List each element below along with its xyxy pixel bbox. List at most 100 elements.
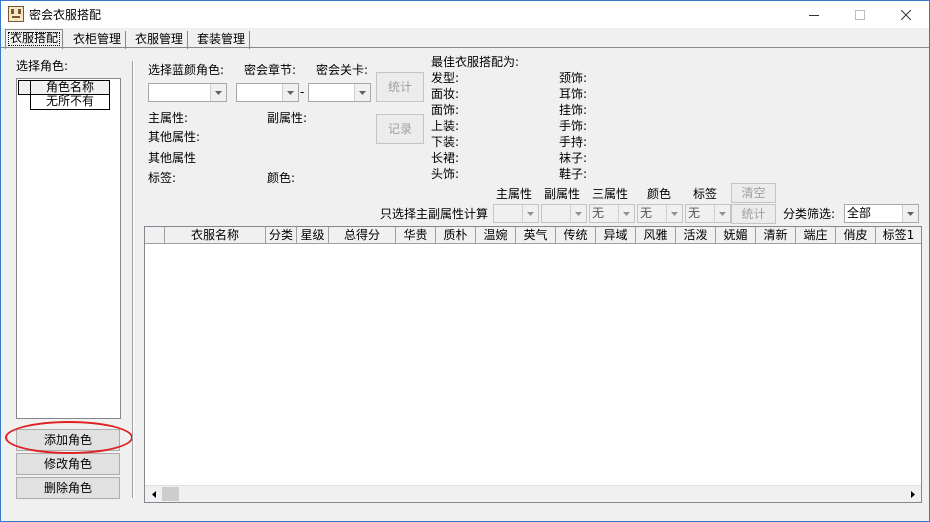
app-window: 密会衣服搭配 衣服搭配 衣柜管理 衣服管理 套装管理 选择角色: 角色名称 无所… xyxy=(0,0,930,522)
chevron-down-icon xyxy=(215,90,222,95)
col-heroic[interactable]: 英气 xyxy=(516,227,556,244)
col-marker[interactable] xyxy=(145,227,165,244)
dash-separator: - xyxy=(300,85,305,99)
col-stars[interactable]: 星级 xyxy=(297,227,329,244)
stats-button[interactable]: 统计 xyxy=(376,72,424,102)
best-bracelet-label: 手饰: xyxy=(559,119,588,133)
color-label: 颜色: xyxy=(267,171,296,185)
category-filter-value: 全部 xyxy=(847,206,872,220)
third-attribute-value: 无 xyxy=(592,206,605,220)
select-role-label: 选择角色: xyxy=(16,59,69,73)
tab-bar: 衣服搭配 衣柜管理 衣服管理 套装管理 xyxy=(1,29,929,49)
best-hair-label: 发型: xyxy=(431,71,460,85)
blue-role-select[interactable] xyxy=(148,83,227,102)
best-outfit-title: 最佳衣服搭配为: xyxy=(431,55,520,69)
sub-attribute-label: 副属性: xyxy=(267,111,308,125)
col-total-score[interactable]: 总得分 xyxy=(329,227,396,244)
tag-dropdown-arrow[interactable] xyxy=(714,205,730,222)
clothes-table[interactable]: 衣服名称 分类 星级 总得分 华贵 质朴 温婉 英气 传统 异域 风雅 活泼 妩… xyxy=(144,226,922,503)
sub-attribute-dropdown-arrow[interactable] xyxy=(570,205,586,222)
close-icon xyxy=(901,9,911,20)
clear-button[interactable]: 清空 xyxy=(731,183,776,203)
best-necklace-label: 颈饰: xyxy=(559,71,588,85)
blue-role-dropdown-arrow[interactable] xyxy=(210,84,226,101)
chevron-left-icon xyxy=(151,490,156,498)
level-label: 密会关卡: xyxy=(316,63,369,77)
best-socks-label: 袜子: xyxy=(559,151,588,165)
chapter-dropdown-arrow[interactable] xyxy=(282,84,298,101)
maximize-button[interactable] xyxy=(837,1,883,28)
third-attribute-dropdown-arrow[interactable] xyxy=(618,205,634,222)
add-role-button[interactable]: 添加角色 xyxy=(16,429,120,451)
chevron-down-icon xyxy=(671,211,678,216)
main-attribute-label: 主属性: xyxy=(148,111,189,125)
best-bottom-label: 下装: xyxy=(431,135,460,149)
col-gorgeous[interactable]: 华贵 xyxy=(396,227,436,244)
col-playful[interactable]: 俏皮 xyxy=(836,227,876,244)
best-makeup-label: 面妆: xyxy=(431,87,460,101)
col-traditional[interactable]: 传统 xyxy=(556,227,596,244)
col-fresh[interactable]: 清新 xyxy=(756,227,796,244)
best-headwear-label: 头饰: xyxy=(431,167,460,181)
role-list-header[interactable]: 角色名称 xyxy=(30,80,110,95)
col-category[interactable]: 分类 xyxy=(266,227,297,244)
chevron-down-icon xyxy=(527,211,534,216)
minimize-button[interactable] xyxy=(791,1,837,28)
col-elegant[interactable]: 风雅 xyxy=(636,227,676,244)
tab-outfit-matching[interactable]: 衣服搭配 xyxy=(5,29,64,49)
col-lively[interactable]: 活泼 xyxy=(676,227,716,244)
close-button[interactable] xyxy=(883,1,929,28)
title-bar: 密会衣服搭配 xyxy=(1,1,929,28)
tag-label: 标签: xyxy=(148,171,177,185)
scroll-left-button[interactable] xyxy=(145,486,162,502)
filter-stats-button[interactable]: 统计 xyxy=(731,204,776,224)
role-list-item[interactable]: 无所不有 xyxy=(30,95,110,110)
best-shoes-label: 鞋子: xyxy=(559,167,588,181)
col-simple[interactable]: 质朴 xyxy=(436,227,476,244)
third-attribute-select[interactable]: 无 xyxy=(589,204,635,223)
scroll-right-button[interactable] xyxy=(904,486,921,502)
filter-tag-label: 标签 xyxy=(693,187,718,201)
chevron-down-icon xyxy=(623,211,630,216)
color-select[interactable]: 无 xyxy=(637,204,683,223)
tag-select[interactable]: 无 xyxy=(685,204,731,223)
category-dropdown-arrow[interactable] xyxy=(902,205,918,222)
category-filter-label: 分类筛选: xyxy=(783,207,836,221)
other-attribute-label: 其他属性: xyxy=(148,130,201,144)
main-attribute-dropdown-arrow[interactable] xyxy=(522,205,538,222)
category-filter-select[interactable]: 全部 xyxy=(844,204,919,223)
filter-main-attribute-label: 主属性 xyxy=(496,187,533,201)
chevron-down-icon xyxy=(907,211,914,216)
role-list[interactable]: 角色名称 无所不有 xyxy=(16,78,121,419)
col-exotic[interactable]: 异域 xyxy=(596,227,636,244)
chapter-select[interactable] xyxy=(236,83,299,102)
chevron-down-icon xyxy=(287,90,294,95)
level-dropdown-arrow[interactable] xyxy=(354,84,370,101)
table-header: 衣服名称 分类 星级 总得分 华贵 质朴 温婉 英气 传统 异域 风雅 活泼 妩… xyxy=(145,227,921,244)
scroll-thumb[interactable] xyxy=(162,487,179,501)
best-dress-label: 长裙: xyxy=(431,151,460,165)
record-button[interactable]: 记录 xyxy=(376,114,424,144)
app-icon xyxy=(8,6,24,22)
filter-third-attribute-label: 三属性 xyxy=(592,187,629,201)
best-earring-label: 耳饰: xyxy=(559,87,588,101)
filter-color-label: 颜色 xyxy=(647,187,672,201)
color-dropdown-arrow[interactable] xyxy=(666,205,682,222)
main-attribute-select[interactable] xyxy=(493,204,539,223)
col-clothes-name[interactable]: 衣服名称 xyxy=(165,227,266,244)
delete-role-button[interactable]: 删除角色 xyxy=(16,477,120,499)
only-main-sub-label: 只选择主副属性计算 xyxy=(380,207,489,221)
best-top-label: 上装: xyxy=(431,119,460,133)
level-select[interactable] xyxy=(308,83,371,102)
col-gentle[interactable]: 温婉 xyxy=(476,227,516,244)
col-dignified[interactable]: 端庄 xyxy=(796,227,836,244)
col-charming[interactable]: 妩媚 xyxy=(716,227,756,244)
maximize-icon xyxy=(855,9,865,20)
tag-value: 无 xyxy=(688,206,701,220)
chevron-right-icon xyxy=(910,490,915,498)
edit-role-button[interactable]: 修改角色 xyxy=(16,453,120,475)
col-tag1[interactable]: 标签1 xyxy=(876,227,921,244)
sub-attribute-select[interactable] xyxy=(541,204,587,223)
window-title: 密会衣服搭配 xyxy=(29,8,102,22)
horizontal-scrollbar[interactable] xyxy=(145,485,921,502)
